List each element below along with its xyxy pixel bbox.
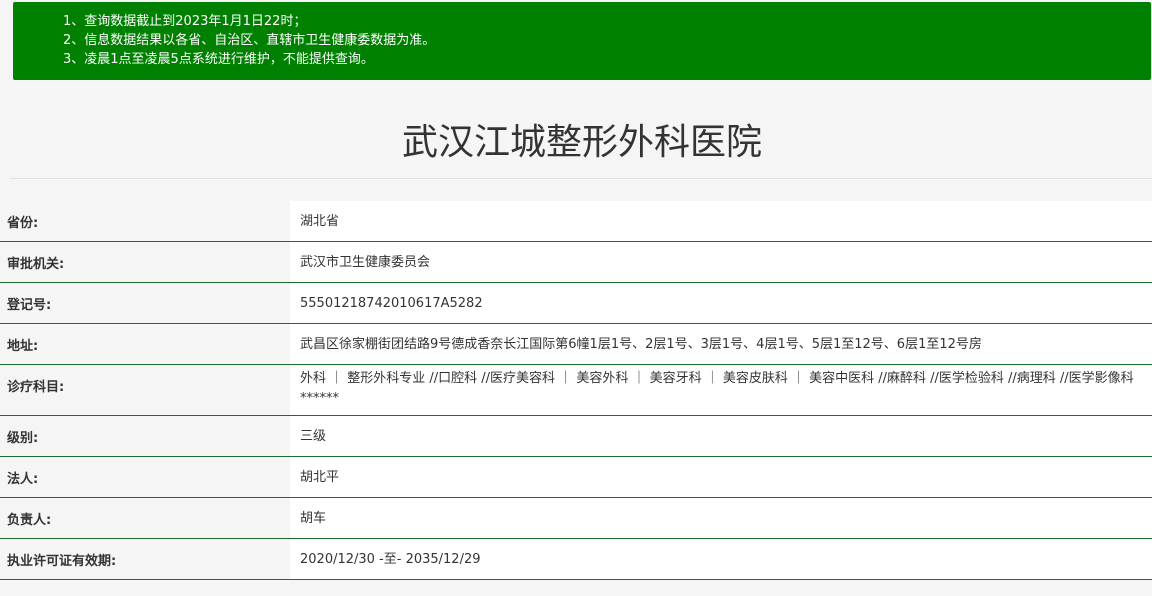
field-label: 省份: (0, 201, 290, 241)
title-divider (10, 178, 1152, 179)
field-label: 负责人: (0, 498, 290, 538)
info-row-address: 地址: 武昌区徐家棚街团结路9号德成香奈长江国际第6幢1层1号、2层1号、3层1… (0, 324, 1152, 365)
field-label: 法人: (0, 457, 290, 497)
notice-line: 2、信息数据结果以各省、自治区、直辖市卫生健康委数据为准。 (63, 33, 436, 48)
hospital-info-table: 省份: 湖北省 审批机关: 武汉市卫生健康委员会 登记号: 5550121874… (0, 201, 1152, 580)
notice-banner: 1、查询数据截止到2023年1月1日22时； 2、信息数据结果以各省、自治区、直… (13, 2, 1151, 80)
field-label: 诊疗科目: (0, 365, 290, 415)
field-value: 武汉市卫生健康委员会 (290, 242, 1152, 282)
field-value: 2020/12/30 -至- 2035/12/29 (290, 539, 1152, 579)
info-row-level: 级别: 三级 (0, 416, 1152, 457)
field-label: 地址: (0, 324, 290, 364)
field-value: 武昌区徐家棚街团结路9号德成香奈长江国际第6幢1层1号、2层1号、3层1号、4层… (290, 324, 1152, 364)
info-row-legal-person: 法人: 胡北平 (0, 457, 1152, 498)
notice-line: 3、凌晨1点至凌晨5点系统进行维护，不能提供查询。 (63, 52, 374, 67)
notice-line: 1、查询数据截止到2023年1月1日22时； (63, 14, 307, 29)
info-row-person-in-charge: 负责人: 胡车 (0, 498, 1152, 539)
info-row-approval-authority: 审批机关: 武汉市卫生健康委员会 (0, 242, 1152, 283)
info-row-province: 省份: 湖北省 (0, 201, 1152, 242)
info-row-departments: 诊疗科目: 外科 ｜ 整形外科专业 //口腔科 //医疗美容科 ｜ 美容外科 ｜… (0, 365, 1152, 416)
field-value: 55501218742010617A5282 (290, 283, 1152, 323)
info-row-registration-number: 登记号: 55501218742010617A5282 (0, 283, 1152, 324)
field-value: 三级 (290, 416, 1152, 456)
field-label: 审批机关: (0, 242, 290, 282)
page-title: 武汉江城整形外科医院 (401, 122, 762, 163)
field-value: 湖北省 (290, 201, 1152, 241)
field-label: 级别: (0, 416, 290, 456)
field-label: 登记号: (0, 283, 290, 323)
field-value: 胡车 (290, 498, 1152, 538)
field-value: 胡北平 (290, 457, 1152, 497)
field-value: 外科 ｜ 整形外科专业 //口腔科 //医疗美容科 ｜ 美容外科 ｜ 美容牙科 … (290, 365, 1152, 415)
field-label: 执业许可证有效期: (0, 539, 290, 579)
info-row-license-validity: 执业许可证有效期: 2020/12/30 -至- 2035/12/29 (0, 539, 1152, 580)
